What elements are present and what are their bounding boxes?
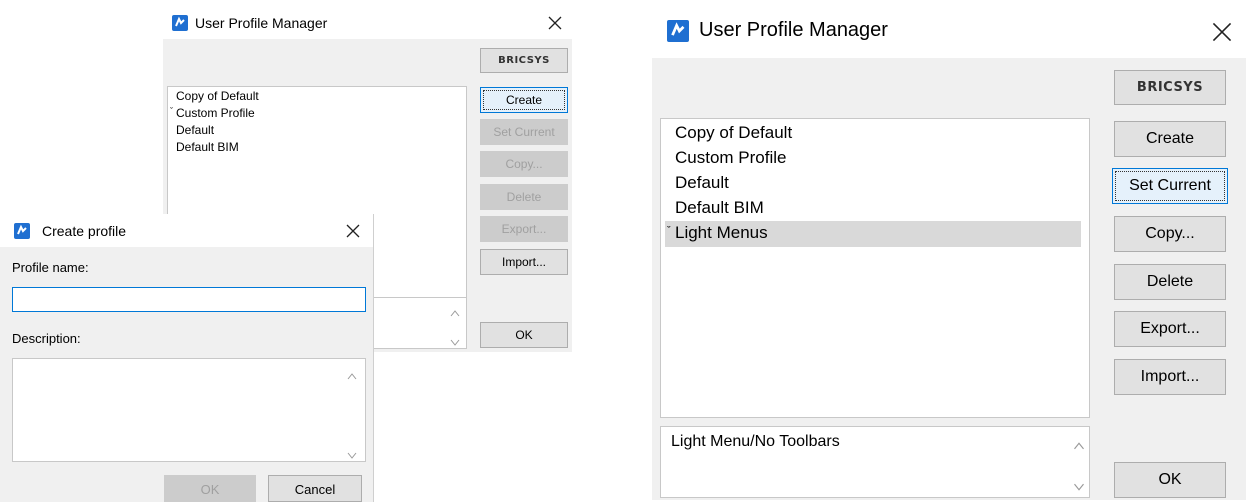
bricsys-logo: BRICSYS xyxy=(1114,70,1226,105)
list-item[interactable]: ˇ Custom Profile xyxy=(170,106,255,120)
create-button[interactable]: Create xyxy=(480,87,568,113)
checkmark-icon: ˇ xyxy=(170,106,173,116)
profile-name: Default xyxy=(176,123,215,137)
app-icon xyxy=(172,15,188,31)
scroll-up-icon[interactable] xyxy=(347,367,357,380)
create-profile-titlebar: Create profile xyxy=(0,214,373,247)
app-icon xyxy=(14,223,30,239)
profile-name-label: Profile name: xyxy=(12,260,89,275)
ok-button[interactable]: OK xyxy=(164,475,256,502)
profile-name-input[interactable] xyxy=(12,287,366,312)
list-item[interactable]: Default BIM xyxy=(675,198,764,218)
profile-name: Copy of Default xyxy=(675,123,793,142)
profile-name: Copy of Default xyxy=(176,89,259,103)
cancel-button[interactable]: Cancel xyxy=(268,475,362,502)
list-item[interactable]: Custom Profile xyxy=(675,148,786,168)
bricsys-logo: BRICSYS xyxy=(480,48,568,73)
close-icon[interactable] xyxy=(548,16,562,30)
list-item[interactable]: Default xyxy=(675,173,729,193)
ok-button[interactable]: OK xyxy=(480,322,568,348)
copy-button[interactable]: Copy... xyxy=(1114,216,1226,252)
close-icon[interactable] xyxy=(346,224,360,238)
list-item[interactable]: Default BIM xyxy=(176,140,239,154)
set-current-button[interactable]: Set Current xyxy=(1112,168,1228,204)
left-description-box[interactable] xyxy=(363,297,467,349)
profile-name: Custom Profile xyxy=(176,106,255,120)
list-item[interactable]: ˇ Light Menus xyxy=(667,223,768,243)
create-profile-dialog: Create profile Profile name: Description… xyxy=(0,214,374,502)
profile-description: Light Menu/No Toolbars xyxy=(671,433,840,450)
import-button[interactable]: Import... xyxy=(480,249,568,275)
right-profile-manager-dialog: User Profile Manager BRICSYS Copy of Def… xyxy=(652,6,1246,500)
description-label: Description: xyxy=(12,331,81,346)
app-icon xyxy=(667,20,689,42)
create-button[interactable]: Create xyxy=(1114,121,1226,157)
description-textarea[interactable] xyxy=(12,358,366,462)
scroll-down-icon[interactable] xyxy=(1073,479,1085,491)
scroll-down-icon[interactable] xyxy=(450,334,460,346)
right-manager-titlebar: User Profile Manager xyxy=(652,6,1246,58)
export-button[interactable]: Export... xyxy=(480,216,568,242)
profile-name: Default xyxy=(675,173,729,192)
list-item[interactable]: Default xyxy=(176,123,214,137)
left-manager-titlebar: User Profile Manager xyxy=(163,8,572,39)
right-profile-list[interactable]: Copy of Default Custom Profile Default D… xyxy=(660,118,1090,418)
profile-name: Light Menus xyxy=(675,223,768,242)
delete-button[interactable]: Delete xyxy=(1114,264,1226,300)
ok-button[interactable]: OK xyxy=(1114,462,1226,498)
right-manager-title: User Profile Manager xyxy=(699,19,888,41)
export-button[interactable]: Export... xyxy=(1114,311,1226,347)
list-item[interactable]: Copy of Default xyxy=(176,89,259,103)
profile-name: Default BIM xyxy=(675,198,764,217)
import-button[interactable]: Import... xyxy=(1114,359,1226,395)
set-current-button[interactable]: Set Current xyxy=(480,119,568,145)
scroll-down-icon[interactable] xyxy=(347,447,357,459)
delete-button[interactable]: Delete xyxy=(480,184,568,210)
close-icon[interactable] xyxy=(1212,22,1232,42)
copy-button[interactable]: Copy... xyxy=(480,151,568,177)
profile-name: Custom Profile xyxy=(675,148,787,167)
list-item[interactable]: Copy of Default xyxy=(675,123,792,143)
left-manager-title: User Profile Manager xyxy=(195,15,328,31)
scroll-up-icon[interactable] xyxy=(450,304,460,317)
create-profile-title: Create profile xyxy=(42,223,127,239)
scroll-up-icon[interactable] xyxy=(1073,437,1085,450)
profile-name: Default BIM xyxy=(176,140,239,154)
right-description-box[interactable]: Light Menu/No Toolbars xyxy=(660,426,1090,498)
checkmark-icon: ˇ xyxy=(667,225,671,237)
